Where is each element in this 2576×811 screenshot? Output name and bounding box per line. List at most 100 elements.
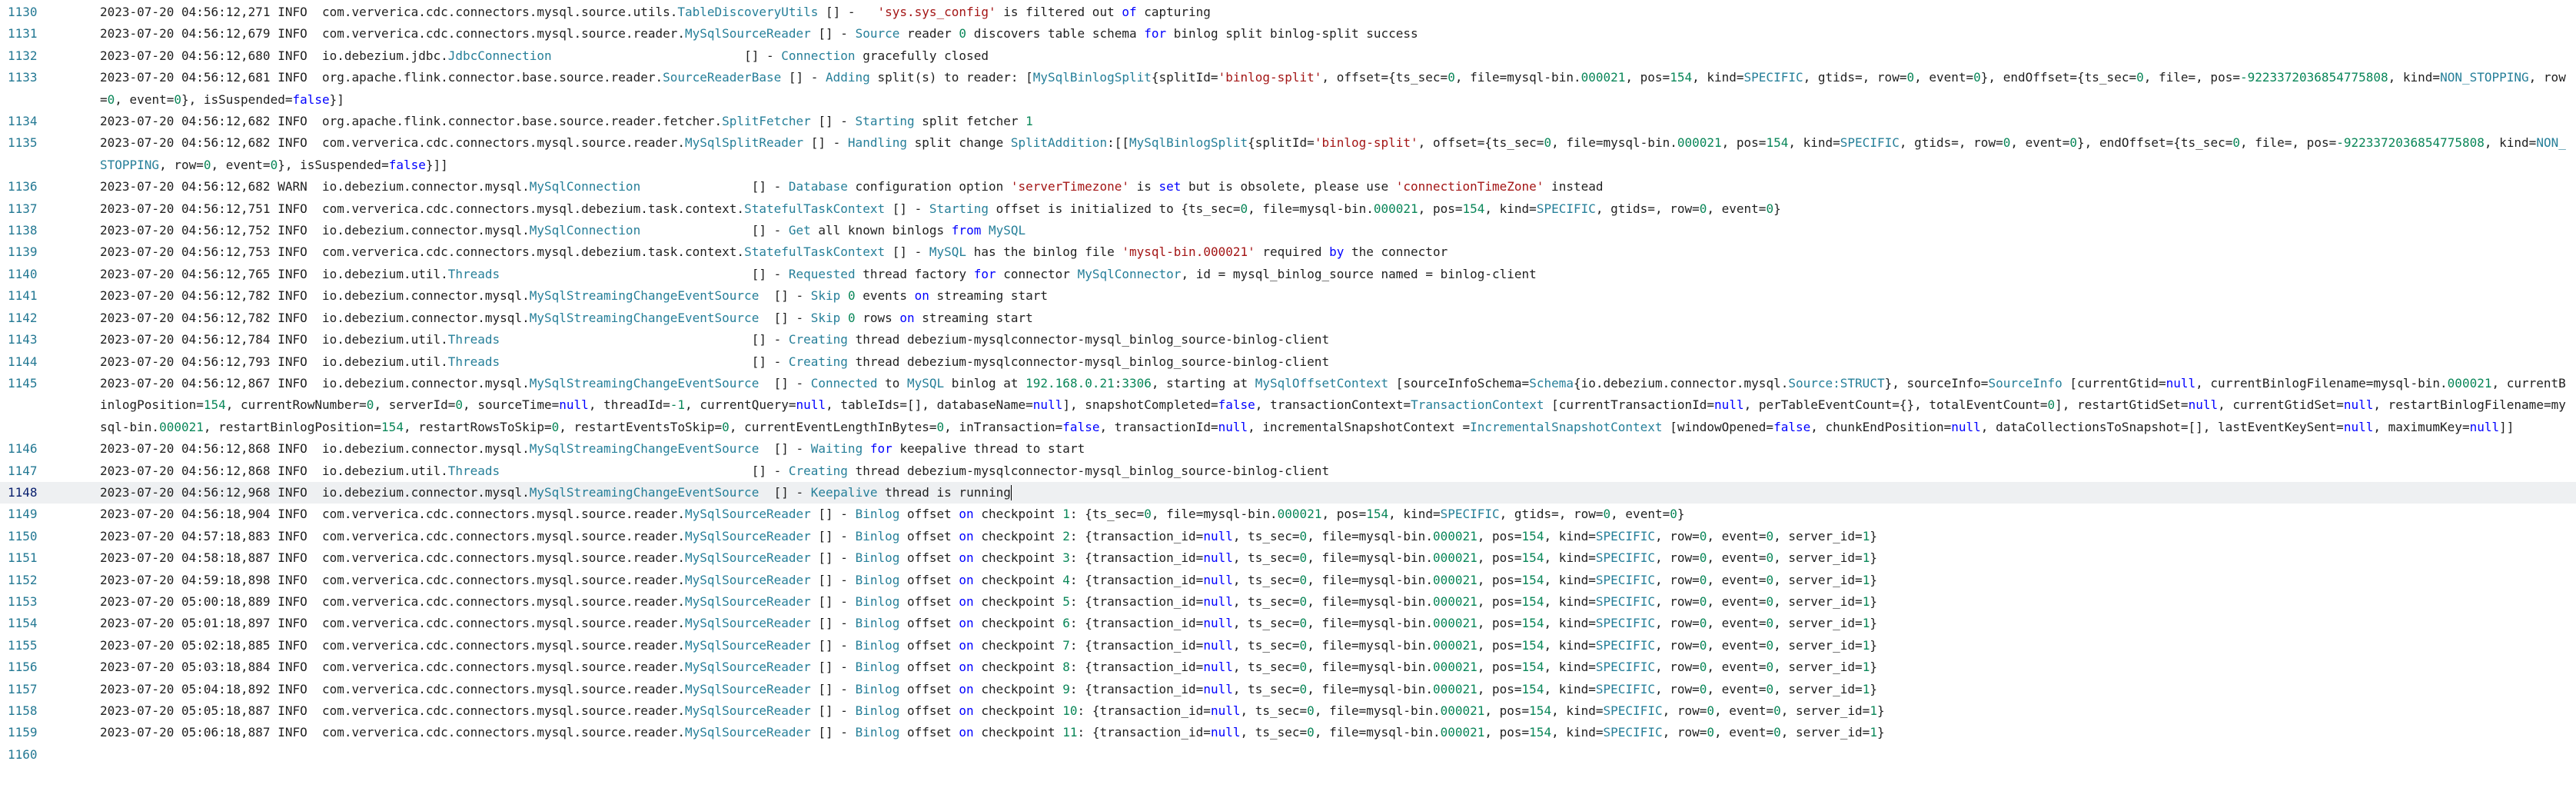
line-text[interactable]: 2023-07-20 05:06:18,887 INFO com.ververi… xyxy=(54,722,2576,743)
token: , kind= xyxy=(1544,528,1596,543)
line-text[interactable]: 2023-07-20 04:56:12,753 INFO com.ververi… xyxy=(54,241,2576,263)
line-text[interactable]: 2023-07-20 04:56:12,867 INFO io.debezium… xyxy=(54,373,2576,438)
code-line[interactable]: 1149 2023-07-20 04:56:18,904 INFO com.ver… xyxy=(0,504,2576,525)
token: 2023-07-20 04:57:18,883 INFO com.ververi… xyxy=(100,528,685,543)
code-line[interactable]: 1158 2023-07-20 05:05:18,887 INFO com.ver… xyxy=(0,700,2576,722)
code-line[interactable]: 1141 2023-07-20 04:56:12,782 INFO io.debe… xyxy=(0,285,2576,307)
code-line[interactable]: 1160 xyxy=(0,744,2576,766)
line-text[interactable]: 2023-07-20 05:04:18,892 INFO com.ververi… xyxy=(54,679,2576,700)
line-text[interactable]: 2023-07-20 04:56:12,682 INFO com.ververi… xyxy=(54,132,2576,176)
line-text[interactable]: 2023-07-20 05:02:18,885 INFO com.ververi… xyxy=(54,635,2576,656)
token: SPECIFIC xyxy=(1595,681,1655,696)
code-line[interactable]: 1133 2023-07-20 04:56:12,681 INFO org.apa… xyxy=(0,67,2576,111)
code-line[interactable]: 1156 2023-07-20 05:03:18,884 INFO com.ver… xyxy=(0,656,2576,678)
code-line[interactable]: 1148 2023-07-20 04:56:12,968 INFO io.debe… xyxy=(0,481,2576,504)
token: 0 xyxy=(1766,550,1774,566)
line-number: 1145 xyxy=(8,375,38,391)
token: 192.168.0.21 xyxy=(1025,375,1115,391)
token: , ts_sec= xyxy=(1232,528,1300,543)
code-line[interactable]: 1135 2023-07-20 04:56:12,682 INFO com.ver… xyxy=(0,132,2576,176)
token: 154 xyxy=(1462,201,1485,216)
log-editor[interactable]: 1130 2023-07-20 04:56:12,271 INFO com.ver… xyxy=(0,0,2576,811)
token: 000021 xyxy=(1677,135,1722,151)
token: 0 xyxy=(1448,70,1455,85)
line-number: 1146 xyxy=(8,441,38,457)
line-text[interactable]: 2023-07-20 05:05:18,887 INFO com.ververi… xyxy=(54,700,2576,722)
token: JdbcConnection xyxy=(447,48,552,63)
code-line[interactable]: 1157 2023-07-20 05:04:18,892 INFO com.ver… xyxy=(0,679,2576,700)
code-line[interactable]: 1151 2023-07-20 04:58:18,887 INFO com.ver… xyxy=(0,547,2576,569)
code-line[interactable]: 1131 2023-07-20 04:56:12,679 INFO com.ver… xyxy=(0,23,2576,45)
line-text[interactable]: 2023-07-20 04:56:12,968 INFO io.debezium… xyxy=(54,482,2576,504)
code-line[interactable]: 1152 2023-07-20 04:59:18,898 INFO com.ver… xyxy=(0,570,2576,591)
line-text[interactable]: 2023-07-20 04:56:18,904 INFO com.ververi… xyxy=(54,504,2576,525)
token: the connector xyxy=(1344,244,1448,260)
line-text[interactable]: 2023-07-20 04:57:18,883 INFO com.ververi… xyxy=(54,526,2576,547)
token: 1 xyxy=(1862,528,1870,543)
code-line[interactable]: 1153 2023-07-20 05:00:18,889 INFO com.ver… xyxy=(0,591,2576,613)
code-line[interactable]: 1137 2023-07-20 04:56:12,751 INFO com.ver… xyxy=(0,198,2576,220)
code-line[interactable]: 1132 2023-07-20 04:56:12,680 INFO io.debe… xyxy=(0,45,2576,67)
token: 0 xyxy=(2047,397,2056,413)
code-line[interactable]: 1134 2023-07-20 04:56:12,682 INFO org.apa… xyxy=(0,111,2576,132)
line-text[interactable]: 2023-07-20 05:01:18,897 INFO com.ververi… xyxy=(54,613,2576,634)
line-text[interactable]: 2023-07-20 04:56:12,681 INFO org.apache.… xyxy=(54,67,2576,111)
token: all known binlogs xyxy=(810,223,952,238)
line-text[interactable]: 2023-07-20 04:56:12,682 INFO org.apache.… xyxy=(54,111,2576,132)
token: [] - xyxy=(781,70,826,85)
token: , event= xyxy=(1707,660,1767,675)
line-text[interactable]: 2023-07-20 04:56:12,752 INFO io.debezium… xyxy=(54,220,2576,241)
line-text[interactable]: 2023-07-20 04:56:12,682 WARN io.debezium… xyxy=(54,176,2576,198)
code-line[interactable]: 1146 2023-07-20 04:56:12,868 INFO io.debe… xyxy=(0,438,2576,460)
token: null xyxy=(1203,637,1233,653)
token: Waiting xyxy=(810,441,863,457)
code-line[interactable]: 1159 2023-07-20 05:06:18,887 INFO com.ver… xyxy=(0,722,2576,743)
line-text[interactable]: 2023-07-20 04:58:18,887 INFO com.ververi… xyxy=(54,547,2576,569)
code-line[interactable]: 1143 2023-07-20 04:56:12,784 INFO io.debe… xyxy=(0,329,2576,351)
line-text[interactable]: 2023-07-20 04:59:18,898 INFO com.ververi… xyxy=(54,570,2576,591)
code-line[interactable]: 1130 2023-07-20 04:56:12,271 INFO com.ver… xyxy=(0,2,2576,23)
token: Binlog xyxy=(855,528,900,543)
code-line[interactable]: 1154 2023-07-20 05:01:18,897 INFO com.ver… xyxy=(0,613,2576,634)
code-line[interactable]: 1155 2023-07-20 05:02:18,885 INFO com.ver… xyxy=(0,635,2576,656)
line-text[interactable]: 2023-07-20 04:56:12,751 INFO com.ververi… xyxy=(54,198,2576,220)
token: 2023-07-20 04:59:18,898 INFO com.ververi… xyxy=(100,572,685,587)
line-text[interactable]: 2023-07-20 04:56:12,868 INFO io.debezium… xyxy=(54,460,2576,482)
code-line[interactable]: 1140 2023-07-20 04:56:12,765 INFO io.debe… xyxy=(0,264,2576,285)
line-text[interactable]: 2023-07-20 04:56:12,793 INFO io.debezium… xyxy=(54,351,2576,373)
code-line[interactable]: 1136 2023-07-20 04:56:12,682 WARN io.debe… xyxy=(0,176,2576,198)
line-text[interactable]: 2023-07-20 04:56:12,782 INFO io.debezium… xyxy=(54,307,2576,329)
line-text[interactable]: 2023-07-20 04:56:12,271 INFO com.ververi… xyxy=(54,2,2576,23)
token: , row= xyxy=(1654,593,1700,609)
token: 0 xyxy=(847,288,856,304)
token: thread debezium-mysqlconnector-mysql_bin… xyxy=(847,354,1330,369)
token: , file=mysql-bin. xyxy=(1307,528,1433,543)
token: null xyxy=(1203,528,1233,543)
code-line[interactable]: 1144 2023-07-20 04:56:12,793 INFO io.debe… xyxy=(0,351,2576,373)
line-text[interactable]: 2023-07-20 04:56:12,782 INFO io.debezium… xyxy=(54,285,2576,307)
token: , server_id= xyxy=(1773,528,1863,543)
token: SPECIFIC xyxy=(1595,572,1655,587)
token: MySqlBinlogSplit xyxy=(1128,135,1248,151)
token: 2023-07-20 05:05:18,887 INFO com.ververi… xyxy=(100,703,685,718)
token: 154 xyxy=(1521,616,1544,631)
token: 1 xyxy=(1862,660,1870,675)
token: , event= xyxy=(211,157,271,172)
line-text[interactable]: 2023-07-20 05:03:18,884 INFO com.ververi… xyxy=(54,656,2576,678)
code-line[interactable]: 1145 2023-07-20 04:56:12,867 INFO io.debe… xyxy=(0,373,2576,438)
code-line[interactable]: 1147 2023-07-20 04:56:12,868 INFO io.debe… xyxy=(0,460,2576,482)
token: 'sys.sys_config' xyxy=(877,5,996,19)
line-text[interactable]: 2023-07-20 04:56:12,679 INFO com.ververi… xyxy=(54,23,2576,45)
code-line[interactable]: 1138 2023-07-20 04:56:12,752 INFO io.debe… xyxy=(0,220,2576,241)
code-line[interactable]: 1142 2023-07-20 04:56:12,782 INFO io.debe… xyxy=(0,307,2576,329)
token: thread factory xyxy=(855,266,974,281)
line-text[interactable]: 2023-07-20 05:00:18,889 INFO com.ververi… xyxy=(54,591,2576,613)
line-text[interactable]: 2023-07-20 04:56:12,868 INFO io.debezium… xyxy=(54,438,2576,460)
token: {io.debezium.connector.mysql. xyxy=(1573,375,1789,391)
code-line[interactable]: 1139 2023-07-20 04:56:12,753 INFO com.ver… xyxy=(0,241,2576,263)
token: Handling xyxy=(847,135,907,151)
code-line[interactable]: 1150 2023-07-20 04:57:18,883 INFO com.ver… xyxy=(0,526,2576,547)
line-text[interactable]: 2023-07-20 04:56:12,680 INFO io.debezium… xyxy=(54,45,2576,67)
line-text[interactable]: 2023-07-20 04:56:12,784 INFO io.debezium… xyxy=(54,329,2576,351)
line-text[interactable]: 2023-07-20 04:56:12,765 INFO io.debezium… xyxy=(54,264,2576,285)
